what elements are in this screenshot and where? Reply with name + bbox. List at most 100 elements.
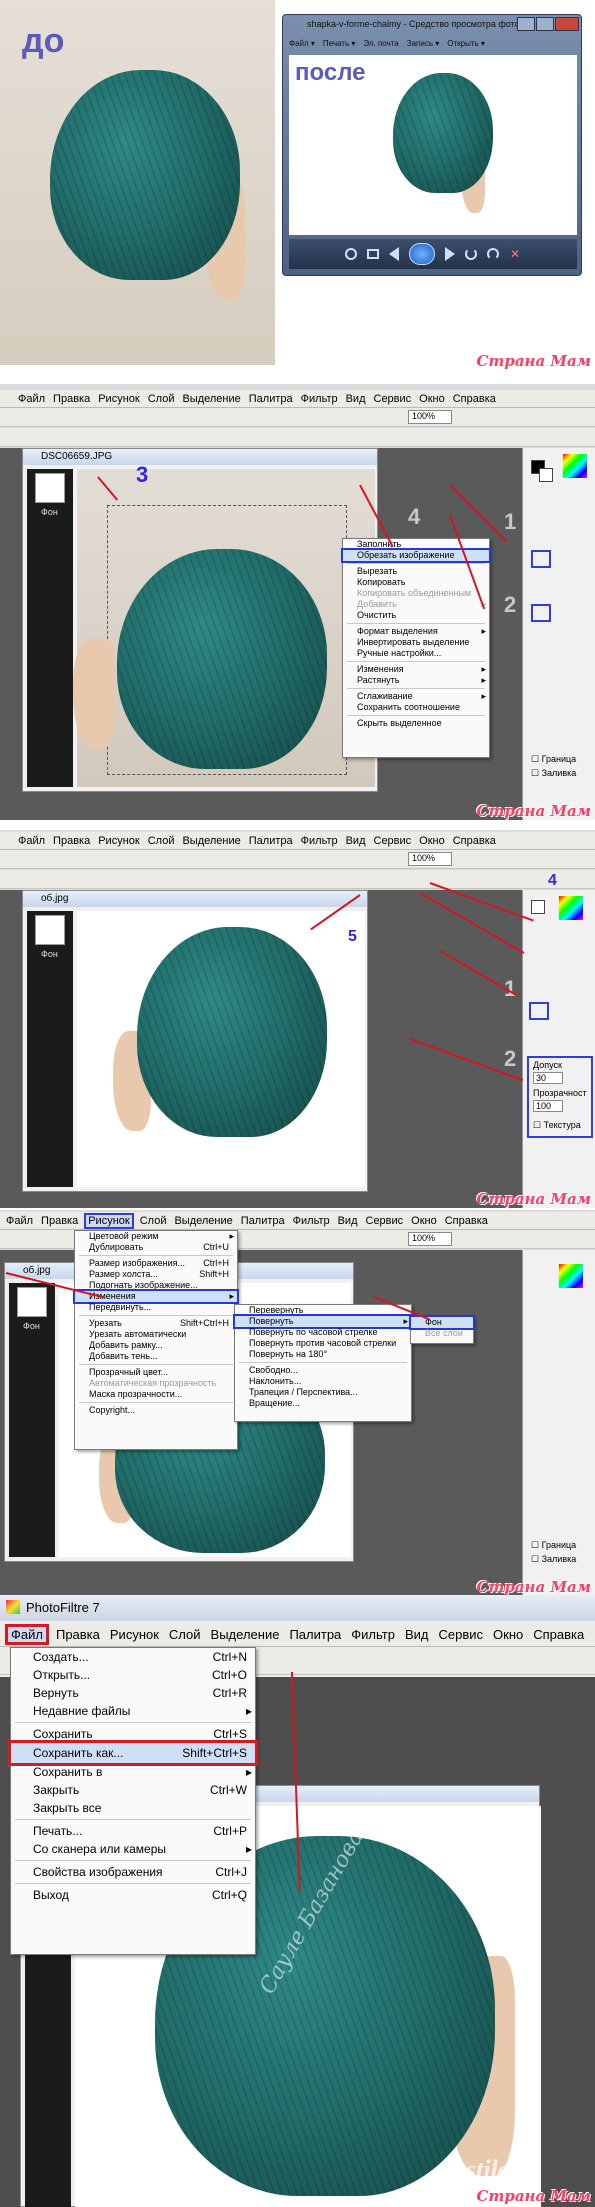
menu-help[interactable]: Справка (453, 393, 496, 405)
background-color[interactable] (539, 468, 553, 482)
checkbox-icon[interactable]: ☐ (531, 768, 539, 778)
menu-add-frame[interactable]: Добавить рамку... (75, 1340, 237, 1351)
menu-save-as[interactable]: Сохранить как... Shift+Ctrl+S (8, 1740, 258, 1766)
menu-help[interactable]: Справка (533, 1627, 584, 1642)
menu-filter[interactable]: Фильтр (351, 1627, 395, 1642)
menu-new[interactable]: Создать... Ctrl+N (11, 1648, 255, 1666)
menu-edit[interactable]: Правка (41, 1215, 78, 1227)
menu-rotate[interactable]: Повернуть ▸ (233, 1314, 413, 1329)
menu-rotation[interactable]: Вращение... (235, 1398, 411, 1409)
zoom-select[interactable]: 100% (408, 852, 452, 866)
menu-window[interactable]: Окно (411, 1215, 437, 1227)
menu-transparency-mask[interactable]: Маска прозрачности... (75, 1389, 237, 1400)
menu-file[interactable]: Файл (5, 1624, 49, 1645)
menu-autocrop[interactable]: Урезать автоматически (75, 1329, 237, 1340)
fit-icon[interactable] (367, 249, 379, 259)
viewer-menu-print[interactable]: Печать ▾ (323, 39, 355, 53)
menu-tools[interactable]: Сервис (374, 835, 412, 847)
color-palette[interactable] (559, 896, 583, 920)
menu-image[interactable]: Рисунок (98, 835, 140, 847)
transparency-input[interactable]: 100 (533, 1100, 563, 1112)
menu-save[interactable]: Сохранить Ctrl+S (11, 1725, 255, 1743)
menu-filter[interactable]: Фильтр (301, 393, 338, 405)
menu-layer[interactable]: Слой (140, 1215, 167, 1227)
ctx-fill[interactable]: Заполнить (343, 539, 489, 550)
checkbox-icon[interactable]: ☐ (531, 1554, 539, 1564)
menu-view[interactable]: Вид (338, 1215, 358, 1227)
close-icon[interactable] (554, 17, 579, 31)
menu-layer[interactable]: Слой (169, 1627, 201, 1642)
menu-close[interactable]: Закрыть Ctrl+W (11, 1781, 255, 1799)
menu-color-mode[interactable]: Цветовой режим ▸ (75, 1231, 237, 1242)
menu-rotate-ccw[interactable]: Повернуть против часовой стрелки (235, 1338, 411, 1349)
delete-icon[interactable]: ✕ (509, 248, 521, 260)
ctx-smoothing[interactable]: Сглаживание ▸ (343, 691, 489, 702)
checkbox-icon[interactable]: ☐ (531, 1540, 539, 1550)
menu-revert[interactable]: Вернуть Ctrl+R (11, 1684, 255, 1702)
minimize-icon[interactable] (517, 17, 535, 31)
menu-selection[interactable]: Выделение (182, 393, 240, 405)
viewer-menu-open[interactable]: Открыть ▾ (447, 39, 485, 53)
fill-option[interactable]: ☐ Заливка (531, 768, 576, 779)
menu-save-to[interactable]: Сохранить в ▸ (11, 1763, 255, 1781)
border-option[interactable]: ☐ Граница (531, 1540, 576, 1551)
menu-palette[interactable]: Палитра (249, 393, 293, 405)
ctx-selection-format[interactable]: Формат выделения ▸ (343, 626, 489, 637)
menu-window[interactable]: Окно (419, 835, 445, 847)
magic-wand-tool-highlight[interactable] (529, 1002, 549, 1020)
menu-skew[interactable]: Наклонить... (235, 1376, 411, 1387)
menu-image-size[interactable]: Размер изображения... Ctrl+H (75, 1258, 237, 1269)
ctx-hide-selection[interactable]: Скрыть выделенное (343, 718, 489, 729)
ctx-copy[interactable]: Копировать (343, 577, 489, 588)
menu-help[interactable]: Справка (453, 835, 496, 847)
texture-option[interactable]: ☐ Текстура (533, 1120, 581, 1131)
tolerance-input[interactable]: 30 (533, 1072, 563, 1084)
menu-fit-image[interactable]: Подогнать изображение... (75, 1280, 237, 1291)
zoom-select[interactable]: 100% (408, 1232, 452, 1246)
ctx-manual-settings[interactable]: Ручные настройки... (343, 648, 489, 659)
menu-duplicate[interactable]: Дублировать Ctrl+U (75, 1242, 237, 1253)
menu-add-shadow[interactable]: Добавить тень... (75, 1351, 237, 1362)
menu-crop[interactable]: Урезать Shift+Ctrl+H (75, 1318, 237, 1329)
menu-window[interactable]: Окно (493, 1627, 523, 1642)
slideshow-button[interactable] (409, 243, 435, 265)
previous-icon[interactable] (389, 247, 399, 261)
menu-move[interactable]: Передвинуть... (75, 1302, 237, 1313)
ctx-cut[interactable]: Вырезать (343, 566, 489, 577)
menu-selection[interactable]: Выделение (174, 1215, 232, 1227)
viewer-window-controls[interactable] (517, 17, 579, 31)
viewer-menu-email[interactable]: Эл. почта (363, 39, 398, 53)
foreground-color[interactable] (531, 900, 545, 914)
viewer-menu-burn[interactable]: Запись ▾ (407, 39, 440, 53)
menu-free[interactable]: Свободно... (235, 1365, 411, 1376)
maximize-icon[interactable] (535, 17, 554, 31)
menu-selection[interactable]: Выделение (182, 835, 240, 847)
menu-filter[interactable]: Фильтр (293, 1215, 330, 1227)
fill-option[interactable]: ☐ Заливка (531, 1554, 576, 1565)
layer-thumbnail[interactable] (17, 1287, 47, 1317)
layer-thumbnail[interactable] (35, 915, 65, 945)
menu-edit[interactable]: Правка (56, 1627, 100, 1642)
rotate-right-icon[interactable] (487, 248, 499, 260)
menu-tools[interactable]: Сервис (374, 393, 412, 405)
menu-rotate-cw[interactable]: Повернуть по часовой стрелке (235, 1327, 411, 1338)
zoom-select[interactable]: 100% (408, 410, 452, 424)
ctx-stretch[interactable]: Растянуть ▸ (343, 675, 489, 686)
ctx-invert-selection[interactable]: Инвертировать выделение (343, 637, 489, 648)
menu-open[interactable]: Открыть... Ctrl+O (11, 1666, 255, 1684)
menu-print[interactable]: Печать... Ctrl+P (11, 1822, 255, 1840)
menu-image[interactable]: Рисунок (98, 393, 140, 405)
menu-transparent-color[interactable]: Прозрачный цвет... (75, 1367, 237, 1378)
menu-canvas-size[interactable]: Размер холста... Shift+H (75, 1269, 237, 1280)
border-option[interactable]: ☐ Граница (531, 754, 576, 765)
menu-tools[interactable]: Сервис (438, 1627, 483, 1642)
checkbox-icon[interactable]: ☐ (533, 1120, 541, 1130)
menu-selection[interactable]: Выделение (211, 1627, 280, 1642)
menu-file[interactable]: Файл (18, 393, 45, 405)
ctx-changes[interactable]: Изменения ▸ (343, 664, 489, 675)
menu-scanner[interactable]: Со сканера или камеры ▸ (11, 1840, 255, 1858)
menu-palette[interactable]: Палитра (249, 835, 293, 847)
menu-image[interactable]: Рисунок (84, 1212, 134, 1229)
color-palette[interactable] (559, 1264, 583, 1288)
checkbox-icon[interactable]: ☐ (531, 754, 539, 764)
